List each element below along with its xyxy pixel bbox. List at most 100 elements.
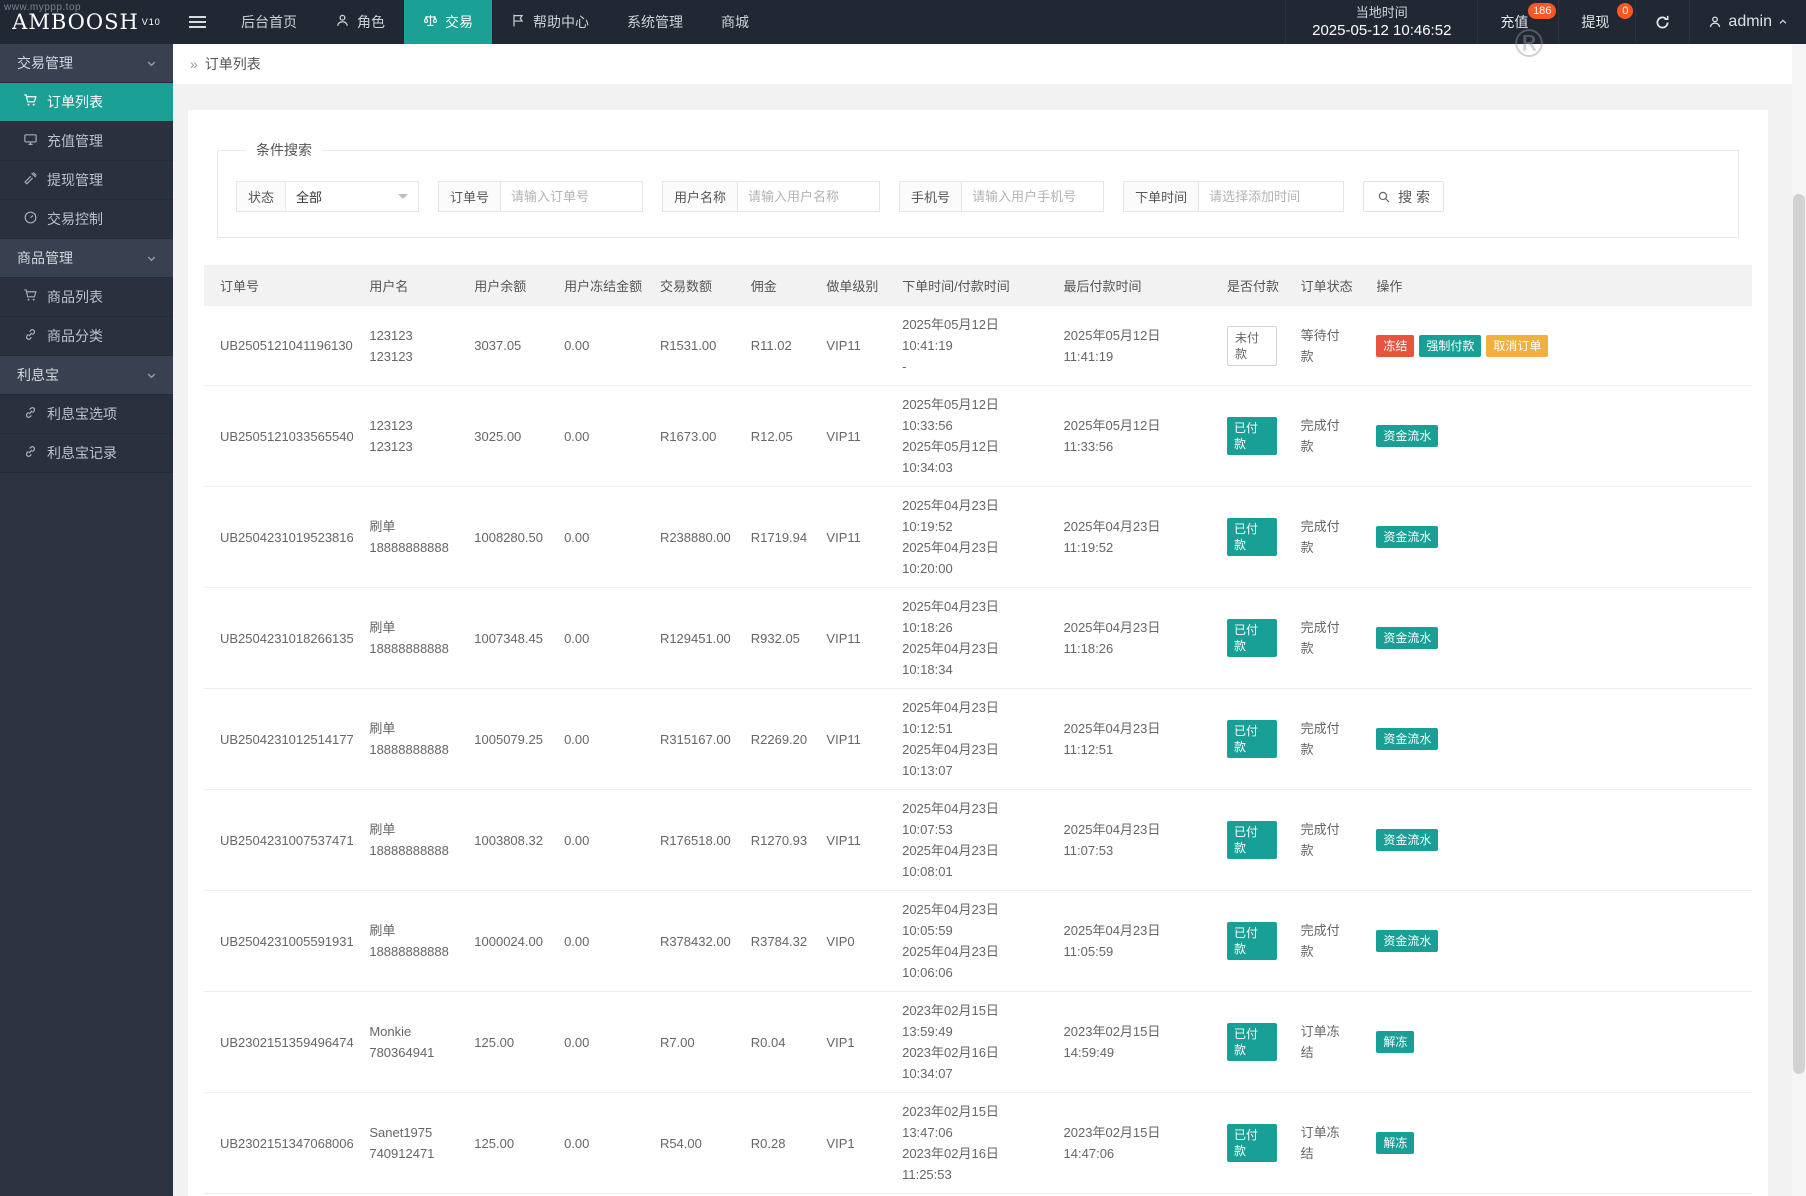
- refresh-button[interactable]: [1635, 0, 1689, 44]
- sidebar: 交易管理 订单列表 充值管理 提现管理 交易控制 商品管理 商品列表 商品分类 …: [0, 44, 173, 1196]
- withdraw-link[interactable]: 提现: [1581, 12, 1609, 32]
- cell-last-pay-time: 2025年05月12日 11:41:19: [1048, 306, 1211, 386]
- cell-paid: 已付款: [1211, 386, 1285, 487]
- action-button[interactable]: 资金流水: [1376, 930, 1438, 952]
- local-time-value: 2025-05-12 10:46:52: [1312, 21, 1451, 40]
- cell-status: 完成付款: [1285, 386, 1361, 487]
- cell-order-time: 2025年05月12日 10:41:19-: [886, 306, 1047, 386]
- person-icon: [335, 13, 350, 31]
- paid-badge: 已付款: [1227, 1124, 1277, 1162]
- cell-user: 123123123123: [353, 306, 458, 386]
- cell-paid: 已付款: [1211, 588, 1285, 689]
- page-title: 订单列表: [205, 54, 261, 74]
- sidebar-group-goods-mgmt[interactable]: 商品管理: [0, 239, 173, 278]
- status-select[interactable]: 全部: [286, 181, 419, 212]
- link-icon: [23, 444, 38, 462]
- cell-user: 刷单18888888888: [353, 891, 458, 992]
- action-button[interactable]: 资金流水: [1376, 425, 1438, 447]
- column-header: 订单状态: [1285, 265, 1361, 306]
- cell-last-pay-time: 2023年02月15日 14:59:49: [1048, 992, 1211, 1093]
- paid-badge: 已付款: [1227, 619, 1277, 657]
- action-button[interactable]: 解冻: [1376, 1132, 1414, 1154]
- paid-badge: 已付款: [1227, 922, 1277, 960]
- sidebar-item-lixibao-options[interactable]: 利息宝选项: [0, 395, 173, 434]
- cell-order-no: UB2505121033565540: [204, 386, 353, 487]
- breadcrumb-separator: »: [190, 56, 198, 72]
- topnav-item-system[interactable]: 系统管理: [608, 0, 702, 44]
- cell-order-time: 2025年04月23日 10:18:262025年04月23日 10:18:34: [886, 588, 1047, 689]
- hammer-icon: [23, 171, 38, 189]
- phone-filter-label: 手机号: [899, 181, 962, 212]
- sidebar-item-order-list[interactable]: 订单列表: [0, 83, 173, 122]
- cell-paid: 已付款: [1211, 689, 1285, 790]
- sidebar-toggle-icon[interactable]: [173, 0, 222, 44]
- cell-frozen: 0.00: [548, 487, 644, 588]
- cell-last-pay-time: 2025年04月23日 11:18:26: [1048, 588, 1211, 689]
- sidebar-item-lixibao-records[interactable]: 利息宝记录: [0, 434, 173, 473]
- topnav-item-help[interactable]: 帮助中心: [492, 0, 608, 44]
- action-button[interactable]: 强制付款: [1419, 335, 1481, 357]
- order-no-input[interactable]: [501, 181, 643, 212]
- order-time-input[interactable]: [1199, 181, 1344, 212]
- watermark-text: www.myppp.top: [4, 2, 81, 13]
- chevron-down-icon: [146, 253, 157, 264]
- cell-order-no: UB2504231019523816: [204, 487, 353, 588]
- sidebar-item-goods-category[interactable]: 商品分类: [0, 317, 173, 356]
- sidebar-item-trade-control[interactable]: 交易控制: [0, 200, 173, 239]
- sidebar-item-withdraw-mgmt[interactable]: 提现管理: [0, 161, 173, 200]
- phone-filter-group: 手机号: [899, 181, 1104, 212]
- scales-icon: [423, 13, 438, 31]
- cell-order-time: 2023年02月15日 13:47:062023年02月16日 11:25:53: [886, 1093, 1047, 1194]
- cell-status: 完成付款: [1285, 891, 1361, 992]
- cell-level: VIP0: [810, 891, 886, 992]
- cell-level: VIP11: [810, 487, 886, 588]
- vertical-scrollbar[interactable]: [1792, 44, 1806, 1196]
- topnav-item-mall[interactable]: 商城: [702, 0, 768, 44]
- local-time-label: 当地时间: [1356, 4, 1408, 21]
- cell-amount: R129451.00: [644, 588, 735, 689]
- cell-amount: R1531.00: [644, 306, 735, 386]
- sidebar-group-lixibao[interactable]: 利息宝: [0, 356, 173, 395]
- search-button[interactable]: 搜 索: [1363, 181, 1444, 212]
- cell-paid: 已付款: [1211, 891, 1285, 992]
- cell-user: 刷单18888888888: [353, 689, 458, 790]
- scrollbar-thumb[interactable]: [1793, 194, 1805, 1074]
- phone-input[interactable]: [962, 181, 1104, 212]
- cell-last-pay-time: 2025年04月23日 11:05:59: [1048, 891, 1211, 992]
- cell-status: 完成付款: [1285, 790, 1361, 891]
- user-name-input[interactable]: [738, 181, 880, 212]
- cell-order-time: 2023年02月15日 13:59:492023年02月16日 10:34:07: [886, 992, 1047, 1093]
- topnav-item-trade[interactable]: 交易: [404, 0, 492, 44]
- cell-order-time: 2025年04月23日 10:07:532025年04月23日 10:08:01: [886, 790, 1047, 891]
- cell-order-no: UB2302151359496474: [204, 992, 353, 1093]
- recharge-link[interactable]: 充值: [1500, 12, 1528, 32]
- paid-badge: 已付款: [1227, 518, 1277, 556]
- topnav-item-home[interactable]: 后台首页: [222, 0, 316, 44]
- action-button[interactable]: 冻结: [1376, 335, 1414, 357]
- action-button[interactable]: 取消订单: [1486, 335, 1548, 357]
- flag-icon: [511, 13, 526, 31]
- sidebar-item-recharge-mgmt[interactable]: 充值管理: [0, 122, 173, 161]
- column-header: 操作: [1360, 265, 1752, 306]
- cell-commission: R2269.20: [735, 689, 811, 790]
- cell-frozen: 0.00: [548, 891, 644, 992]
- cell-order-no: UB2505121041196130: [204, 306, 353, 386]
- action-button[interactable]: 资金流水: [1376, 728, 1438, 750]
- cell-last-pay-time: 2023年02月15日 14:47:06: [1048, 1093, 1211, 1194]
- cell-amount: R378432.00: [644, 891, 735, 992]
- action-button[interactable]: 资金流水: [1376, 526, 1438, 548]
- cell-frozen: 0.00: [548, 386, 644, 487]
- link-icon: [23, 405, 38, 423]
- action-button[interactable]: 解冻: [1376, 1031, 1414, 1053]
- cell-actions: 资金流水: [1360, 386, 1752, 487]
- sidebar-group-trade-mgmt[interactable]: 交易管理: [0, 44, 173, 83]
- cell-status: 完成付款: [1285, 689, 1361, 790]
- action-button[interactable]: 资金流水: [1376, 829, 1438, 851]
- action-button[interactable]: 资金流水: [1376, 627, 1438, 649]
- order-time-filter-label: 下单时间: [1123, 181, 1199, 212]
- sidebar-item-goods-list[interactable]: 商品列表: [0, 278, 173, 317]
- cell-commission: R1270.93: [735, 790, 811, 891]
- user-menu[interactable]: admin: [1689, 0, 1806, 44]
- topnav-item-roles[interactable]: 角色: [316, 0, 404, 44]
- table-row: UB2504231019523816 刷单18888888888 1008280…: [204, 487, 1752, 588]
